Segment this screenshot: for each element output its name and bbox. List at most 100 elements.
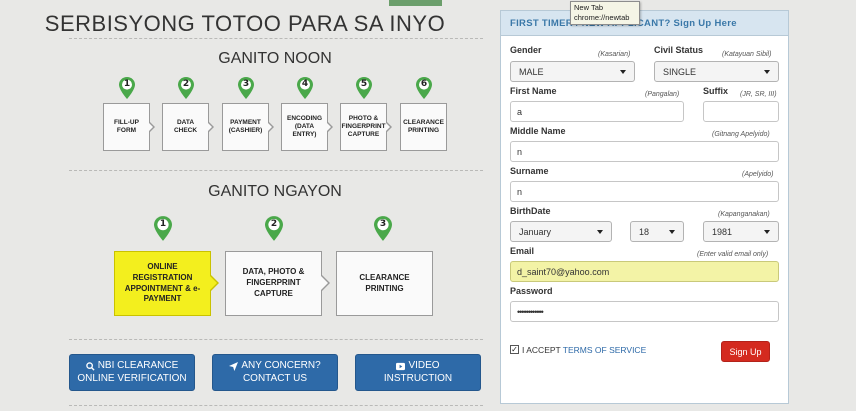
pin-icon: 4: [297, 77, 313, 99]
contact-us-button[interactable]: ANY CONCERN? CONTACT US: [212, 354, 338, 391]
arrow-icon: [149, 122, 155, 132]
pin-icon: 3: [374, 216, 392, 241]
step-number: 3: [242, 79, 250, 89]
suffix-label: Suffix: [703, 86, 729, 96]
button-label: NBI CLEARANCE: [97, 360, 179, 371]
form-header-link: Sign Up Here: [673, 18, 737, 29]
pin-icon: 2: [178, 77, 194, 99]
step-number: 3: [379, 219, 387, 229]
accept-text: I ACCEPT: [522, 345, 563, 355]
old-step-box: FILL-UP FORM: [103, 103, 150, 151]
gender-label: Gender: [510, 45, 542, 55]
terms-checkbox[interactable]: ✓: [510, 345, 519, 354]
chevron-down-icon: [764, 69, 770, 74]
form-header: FIRST TIMER / NEW APPLICANT? Sign Up Her…: [501, 11, 788, 36]
terms-of-service-link[interactable]: TERMS OF SERVICE: [563, 345, 646, 355]
old-step-box: ENCODING (DATA ENTRY): [281, 103, 328, 151]
divider: [69, 38, 483, 39]
tooltip-title: New Tab: [574, 3, 604, 12]
send-icon: [229, 361, 239, 371]
accept-terms-label: I ACCEPT TERMS OF SERVICE: [522, 345, 646, 355]
divider: [69, 339, 483, 340]
gender-value: MALE: [519, 66, 544, 77]
old-step-box: DATA CHECK: [162, 103, 209, 151]
birth-day-value: 18: [639, 226, 650, 237]
new-step-box-highlighted: ONLINE REGISTRATION APPOINTMENT & e-PAYM…: [114, 251, 211, 316]
birth-year-select[interactable]: 1981: [703, 221, 779, 242]
nbi-verification-button[interactable]: NBI CLEARANCE ONLINE VERIFICATION: [69, 354, 195, 391]
old-step-box: PAYMENT (CASHIER): [222, 103, 269, 151]
noon-title: GANITO NOON: [218, 50, 332, 67]
gender-select[interactable]: MALE: [510, 61, 635, 82]
button-label: ANY CONCERN?: [241, 360, 321, 371]
step-number: 5: [360, 79, 368, 89]
old-step-box: PHOTO & FINGERPRINT CAPTURE: [340, 103, 387, 151]
tooltip-url: chrome://newtab: [574, 12, 630, 22]
email-hint: (Enter valid email only): [697, 251, 769, 258]
arrow-icon: [321, 275, 330, 291]
top-green-tab: [389, 0, 442, 6]
process-panel: SERBISYONG TOTOO PARA SA INYO GANITO NOO…: [0, 0, 490, 411]
civil-status-label: Civil Status: [654, 45, 704, 55]
suffix-field[interactable]: [703, 101, 779, 122]
first-name-field[interactable]: a: [510, 101, 684, 122]
pin-icon: 5: [356, 77, 372, 99]
surname-hint: (Apelyido): [742, 171, 774, 178]
first-name-label: First Name: [510, 86, 557, 96]
button-label: CONTACT US: [242, 372, 308, 384]
search-icon: [85, 361, 95, 371]
video-instruction-button[interactable]: VIDEO INSTRUCTION: [355, 354, 481, 391]
step-number: 6: [420, 79, 428, 89]
step-number: 4: [301, 79, 309, 89]
step-number: 2: [182, 79, 190, 89]
check-icon: ✓: [511, 344, 518, 354]
birth-month-select[interactable]: January: [510, 221, 612, 242]
birth-year-value: 1981: [712, 226, 733, 237]
video-icon: [396, 362, 406, 370]
pin-icon: 6: [416, 77, 432, 99]
email-field[interactable]: d_saint70@yahoo.com: [510, 261, 779, 282]
pin-icon: 3: [238, 77, 254, 99]
middle-name-hint: (Gitnang Apelyido): [712, 131, 770, 138]
surname-label: Surname: [510, 166, 549, 176]
middle-name-label: Middle Name: [510, 126, 566, 136]
new-step-box: DATA, PHOTO & FINGERPRINT CAPTURE: [225, 251, 322, 316]
arrow-icon: [327, 122, 333, 132]
password-label: Password: [510, 286, 553, 296]
step-number: 2: [270, 219, 278, 229]
arrow-icon: [268, 122, 274, 132]
pin-icon: 1: [154, 216, 172, 241]
divider: [69, 170, 483, 171]
civil-status-select[interactable]: SINGLE: [654, 61, 779, 82]
divider: [69, 405, 483, 406]
civil-status-hint: (Katayuan Sibil): [722, 51, 772, 58]
birthdate-hint: (Kapanganakan): [718, 211, 770, 218]
arrow-icon: [208, 122, 214, 132]
arrow-icon: [210, 275, 219, 291]
chevron-down-icon: [620, 69, 626, 74]
email-label: Email: [510, 246, 535, 256]
button-label: VIDEO: [408, 360, 440, 371]
step-number: 1: [159, 219, 167, 229]
middle-name-field[interactable]: n: [510, 141, 779, 162]
pin-icon: 1: [119, 77, 135, 99]
suffix-hint: (JR, SR, III): [740, 91, 777, 98]
new-tab-tooltip: New Tab chrome://newtab: [570, 1, 640, 25]
birth-day-select[interactable]: 18: [630, 221, 684, 242]
pin-icon: 2: [265, 216, 283, 241]
button-label: INSTRUCTION: [383, 372, 453, 384]
surname-field[interactable]: n: [510, 181, 779, 202]
gender-hint: (Kasarian): [598, 51, 631, 58]
new-step-box: CLEARANCE PRINTING: [336, 251, 433, 316]
step-number: 1: [123, 79, 131, 89]
chevron-down-icon: [764, 229, 770, 234]
civil-status-value: SINGLE: [663, 66, 697, 77]
button-label: ONLINE VERIFICATION: [77, 372, 187, 384]
sign-up-button[interactable]: Sign Up: [721, 341, 770, 362]
ngayon-title: GANITO NGAYON: [208, 183, 342, 200]
first-name-hint: (Pangalan): [645, 91, 680, 98]
birthdate-label: BirthDate: [510, 206, 551, 216]
password-field[interactable]: ••••••••••••: [510, 301, 779, 322]
chevron-down-icon: [669, 229, 675, 234]
old-step-box: CLEARANCE PRINTING: [400, 103, 447, 151]
